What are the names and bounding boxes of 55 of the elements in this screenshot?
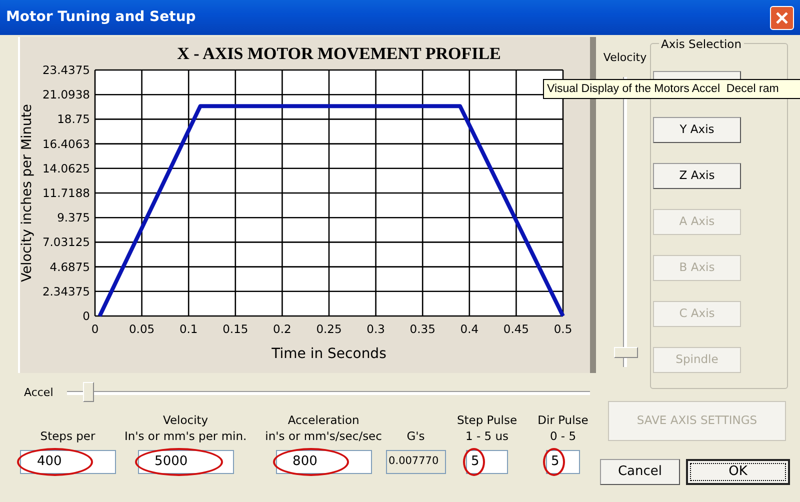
y-tick-label: 7.03125 [42, 235, 90, 250]
y-tick-label: 2.34375 [42, 284, 90, 298]
axis-button[interactable]: Z Axis [653, 163, 741, 189]
x-tick-label: 0.45 [503, 322, 529, 336]
field-value: 400 [37, 452, 62, 471]
input-field[interactable]: 5 [466, 450, 508, 474]
field-label: Step Pulse 1 - 5 us [456, 412, 518, 444]
slider-thumb[interactable] [82, 382, 94, 402]
axis-button[interactable]: Y Axis [653, 117, 741, 143]
input-field[interactable]: 5000 [138, 450, 234, 474]
field-value: 5000 [154, 452, 188, 471]
input-field[interactable]: 400 [20, 450, 116, 474]
x-tick-label: 0.15 [222, 322, 248, 336]
input-field[interactable]: 0.007770 [386, 450, 446, 474]
field-label: G's [406, 428, 425, 444]
slider-label: Velocity [603, 50, 647, 66]
field-label: Dir Pulse 0 - 5 [538, 412, 588, 444]
x-tick-label: 0.5 [554, 322, 572, 336]
field-value: 5 [471, 452, 480, 471]
slider-thumb[interactable] [614, 346, 638, 358]
x-tick-label: 0.25 [316, 322, 342, 336]
y-tick-label: 9.375 [57, 210, 90, 225]
y-tick-label: 4.6875 [50, 260, 90, 274]
y-tick-label: 11.7188 [42, 186, 90, 200]
close-icon [775, 10, 789, 24]
x-tick-label: 0.2 [273, 322, 292, 336]
x-tick-label: 0.1 [179, 322, 198, 336]
y-tick-label: 18.75 [57, 112, 90, 126]
dialog-button[interactable]: Cancel [600, 459, 680, 485]
slider-label: Accel [24, 385, 54, 401]
x-tick-label: 0 [91, 322, 99, 336]
window-title: Motor Tuning and Setup [6, 8, 196, 27]
y-tick-label: 14.0625 [42, 161, 90, 176]
y-tick-label: 0 [82, 309, 90, 323]
field-value: 5 [551, 452, 560, 471]
field-label: Acceleration in's or mm's/sec/sec [265, 412, 382, 444]
x-axis-title: Time in Seconds [272, 346, 386, 362]
field-value: 800 [292, 452, 318, 471]
x-tick-label: 0.4 [460, 322, 479, 336]
dialog-button[interactable]: OK [686, 459, 790, 485]
close-button[interactable] [770, 6, 794, 30]
tooltip: Visual Display of the Motors Accel Decel ram [543, 79, 800, 99]
x-tick-label: 0.35 [410, 322, 436, 336]
input-field[interactable]: 5 [546, 450, 580, 474]
field-value: 0.007770 [388, 454, 439, 469]
y-tick-label: 23.4375 [42, 63, 90, 77]
x-tick-label: 0.05 [129, 322, 155, 336]
field-label: Steps per [40, 428, 96, 444]
y-axis-title: Velocity inches per Minute [19, 104, 35, 282]
y-tick-label: 16.4063 [42, 136, 90, 151]
chart-title: X - AXIS MOTOR MOVEMENT PROFILE [177, 44, 501, 63]
x-tick-label: 0.3 [366, 322, 385, 336]
field-label: Velocity In's or mm's per min. [124, 412, 247, 444]
input-field[interactable]: 800 [276, 450, 372, 474]
y-tick-label: 21.0938 [42, 88, 90, 102]
